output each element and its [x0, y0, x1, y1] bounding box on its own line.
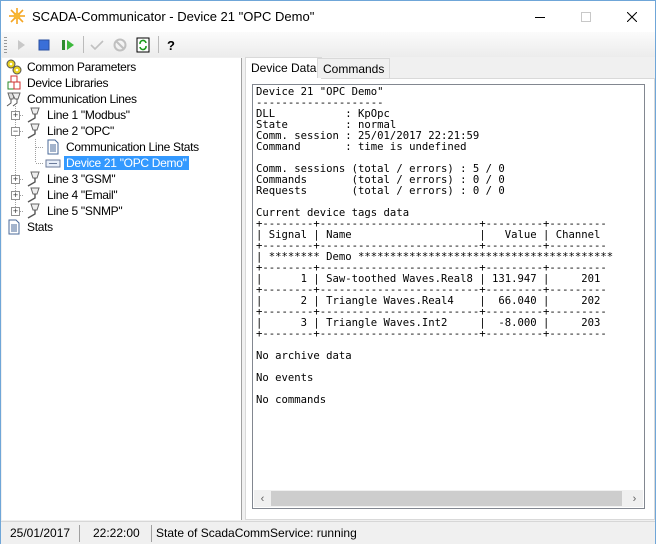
line-connector-icon — [27, 107, 40, 123]
navigation-tree: Common Parameters Device Libraries Commu… — [2, 58, 242, 520]
tab-commands[interactable]: Commands — [317, 58, 391, 78]
scrollbar-thumb[interactable] — [271, 491, 622, 506]
close-icon — [627, 11, 637, 22]
check-icon — [90, 40, 104, 51]
device-data-panel: Device 21 "OPC Demo" -------------------… — [245, 78, 655, 520]
tree-item-communication-lines[interactable]: Communication Lines — [6, 91, 139, 107]
refresh-icon — [136, 37, 150, 53]
collapse-line-2[interactable]: − — [11, 127, 20, 136]
line-connector-icon — [27, 203, 40, 219]
document-icon — [47, 139, 59, 155]
tree-item-line-5[interactable]: Line 5 "SNMP" — [26, 203, 124, 219]
start-button[interactable] — [11, 35, 31, 55]
refresh-button[interactable] — [133, 35, 153, 55]
expand-line-5[interactable]: + — [11, 207, 20, 216]
cancel-button[interactable] — [110, 35, 130, 55]
device-data-textbox[interactable]: Device 21 "OPC Demo" -------------------… — [252, 84, 645, 509]
tab-control: Device 21 "OPC Demo" -------------------… — [245, 57, 655, 520]
cancel-icon — [113, 38, 127, 52]
tree-item-common-parameters[interactable]: Common Parameters — [6, 59, 138, 75]
toolbar: ? — [1, 32, 655, 57]
tree-item-communication-line-stats[interactable]: Communication Line Stats — [45, 139, 201, 155]
status-time: 22:22:00 — [93, 526, 140, 540]
scroll-left-icon[interactable]: ‹ — [254, 490, 271, 507]
status-bar: 25/01/2017 22:22:00 State of ScadaCommSe… — [1, 521, 655, 544]
gears-icon — [6, 59, 22, 75]
start-icon — [18, 40, 25, 50]
tab-device-data[interactable]: Device Data — [245, 57, 323, 79]
help-icon: ? — [167, 37, 175, 53]
minimize-button[interactable] — [517, 1, 563, 32]
expand-line-1[interactable]: + — [11, 111, 20, 120]
tree-item-device-libraries[interactable]: Device Libraries — [6, 75, 110, 91]
tree-item-device-21[interactable]: Device 21 "OPC Demo" — [45, 155, 189, 171]
line-connector-icon — [27, 187, 40, 203]
tree-item-line-4[interactable]: Line 4 "Email" — [26, 187, 119, 203]
expand-line-4[interactable]: + — [11, 191, 20, 200]
sun-icon — [9, 8, 25, 24]
apply-button[interactable] — [87, 35, 107, 55]
scroll-right-icon[interactable]: › — [626, 490, 643, 507]
document-icon — [8, 219, 20, 235]
tree-item-line-2[interactable]: Line 2 "OPC" — [26, 123, 116, 139]
title-bar: SCADA-Communicator - Device 21 "OPC Demo… — [1, 1, 655, 32]
window-title: SCADA-Communicator - Device 21 "OPC Demo… — [32, 9, 315, 24]
close-button[interactable] — [609, 1, 655, 32]
main-window: SCADA-Communicator - Device 21 "OPC Demo… — [0, 0, 656, 544]
stop-icon — [38, 39, 50, 51]
restart-icon — [62, 40, 74, 50]
maximize-button[interactable] — [563, 1, 609, 32]
libraries-icon — [7, 75, 21, 90]
horizontal-scrollbar[interactable]: ‹ › — [254, 490, 643, 507]
restart-button[interactable] — [58, 35, 78, 55]
stop-button[interactable] — [34, 35, 54, 55]
expand-line-3[interactable]: + — [11, 175, 20, 184]
connectors-icon — [6, 92, 21, 107]
tree-item-line-1[interactable]: Line 1 "Modbus" — [26, 107, 132, 123]
status-service-state: State of ScadaCommService: running — [156, 526, 357, 540]
toolbar-grip[interactable] — [4, 37, 7, 53]
line-connector-icon — [27, 123, 40, 139]
line-connector-icon — [27, 171, 40, 187]
status-date: 25/01/2017 — [10, 526, 71, 540]
tree-item-stats[interactable]: Stats — [6, 219, 55, 235]
tree-item-line-3[interactable]: Line 3 "GSM" — [26, 171, 117, 187]
maximize-icon — [581, 11, 591, 22]
minimize-icon — [535, 16, 545, 18]
device-data-text: Device 21 "OPC Demo" -------------------… — [256, 86, 614, 406]
device-icon — [45, 159, 61, 168]
help-button[interactable]: ? — [161, 35, 181, 55]
